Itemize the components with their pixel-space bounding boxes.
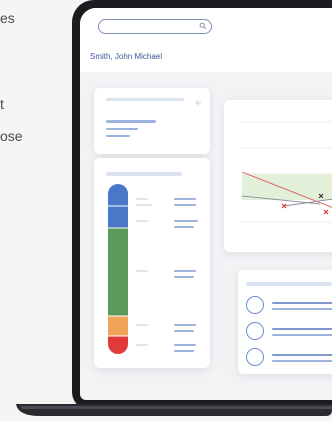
vertical-gauge [108,184,128,354]
gauge-line-f2 [174,344,196,346]
gauge-line-b2 [174,204,196,206]
left-text-line-3: ose [0,128,23,144]
plus-icon[interactable] [194,94,202,106]
chart-band [242,174,332,200]
gauge-line-c2 [174,220,198,222]
chart-card[interactable] [224,100,332,252]
list-item-2-line-1 [272,328,332,330]
gauge-segment-orange [108,316,128,336]
summary-card[interactable] [94,88,210,154]
laptop-screen: Smith, John Michael [80,8,332,400]
list-item-1-icon[interactable] [246,296,264,314]
app-header: Smith, John Michael [80,8,332,72]
gauge-line-f3 [174,350,194,352]
gauge-line-c1 [136,220,148,222]
list-card[interactable] [238,270,332,374]
list-item-2-line-2 [272,334,332,336]
list-item-3-line-2 [272,360,332,362]
list-item-1-line-1 [272,302,332,304]
left-text-line-1: es [0,10,15,26]
gauge-header-line [106,172,182,176]
patient-name[interactable]: Smith, John Michael [90,52,162,61]
list-item-3-line-1 [272,354,332,356]
search-input[interactable] [98,19,212,34]
left-text-line-2: t [0,96,4,112]
gauge-card[interactable] [94,158,210,368]
list-item-2-icon[interactable] [246,322,264,340]
gauge-segment-green [108,228,128,316]
gauge-line-e1 [136,324,148,326]
trend-chart [241,121,332,223]
gauge-line-b1 [174,198,196,200]
search-icon[interactable] [199,22,207,30]
gauge-line-a1 [136,198,148,200]
gauge-line-c3 [174,226,194,228]
summary-line-1 [106,120,156,123]
gauge-line-d3 [174,276,194,278]
marker-red-right [323,209,329,215]
list-item-1-line-2 [272,308,332,310]
gauge-line-a2 [136,204,152,206]
summary-line-3 [106,135,130,137]
list-header-line [246,282,332,286]
laptop-base [16,404,332,416]
summary-header-line [106,98,184,101]
gauge-line-d2 [174,270,196,272]
list-item-3-icon[interactable] [246,348,264,366]
gauge-line-e2 [174,324,196,326]
summary-line-2 [106,128,138,130]
gauge-line-f1 [136,344,148,346]
gauge-line-e3 [174,330,194,332]
gauge-line-d1 [136,270,148,272]
gauge-segment-red [108,336,128,354]
left-text: es t ose [0,0,60,160]
